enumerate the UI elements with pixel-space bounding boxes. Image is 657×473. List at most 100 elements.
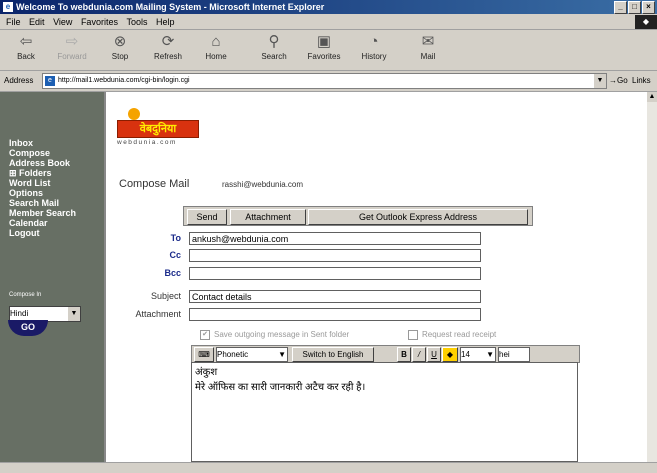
bcc-label: Bcc: [164, 268, 181, 278]
menu-file[interactable]: File: [6, 15, 21, 29]
window-titlebar: e Welcome To webdunia.com Mailing System …: [0, 0, 657, 14]
window-title: Welcome To webdunia.com Mailing System -…: [16, 2, 325, 12]
chevron-down-icon: ▼: [278, 350, 286, 359]
checkbox-checked-icon: ✔: [200, 330, 210, 340]
editor-toolbar: ⌨ Phonetic ▼ Switch to English B / U ◆ 1…: [191, 345, 580, 363]
chevron-down-icon: ▼: [68, 307, 80, 321]
page-title: Compose Mail: [119, 178, 190, 190]
window-controls: _ □ ×: [614, 1, 655, 14]
bold-icon[interactable]: B: [397, 347, 411, 362]
language-value: Hindi: [10, 309, 29, 318]
address-bar: Address e http://mail1.webdunia.com/cgi-b…: [0, 71, 657, 92]
attachment-button[interactable]: Attachment: [230, 209, 306, 225]
sidebar-item-compose[interactable]: Compose: [0, 148, 76, 158]
refresh-button[interactable]: ⟳ Refresh: [144, 32, 192, 68]
cc-field[interactable]: [189, 249, 481, 262]
page-icon: e: [45, 76, 55, 86]
favorites-button[interactable]: ▣ Favorites: [300, 32, 348, 68]
bcc-field[interactable]: [189, 267, 481, 280]
color-picker-icon[interactable]: ◆: [442, 347, 458, 362]
forward-arrow-icon: ⇨: [65, 33, 79, 50]
close-icon[interactable]: ×: [642, 1, 655, 14]
sidebar-item-word-list[interactable]: Word List: [0, 178, 76, 188]
vertical-scrollbar[interactable]: ▲: [647, 92, 657, 462]
sidebar-item-search-mail[interactable]: Search Mail: [0, 198, 76, 208]
sidebar-nav: Inbox Compose Address Book ⊞ Folders Wor…: [0, 138, 76, 238]
to-label: To: [170, 233, 181, 243]
sidebar-item-folders[interactable]: ⊞ Folders: [0, 168, 76, 178]
attachment-label: Attachment: [135, 309, 181, 319]
underline-icon[interactable]: U: [427, 347, 441, 362]
switch-english-button[interactable]: Switch to English: [292, 347, 374, 362]
user-email: rasshi@webdunia.com: [222, 180, 304, 189]
home-button[interactable]: ⌂ Home: [192, 32, 240, 68]
message-line-1: अंकुश: [195, 367, 218, 378]
home-icon: ⌂: [211, 33, 221, 50]
forward-button[interactable]: ⇨ Forward: [48, 32, 96, 68]
windows-logo-icon: ◆: [635, 15, 657, 29]
sidebar-item-inbox[interactable]: Inbox: [0, 138, 76, 148]
refresh-icon: ⟳: [161, 33, 175, 50]
sidebar-item-calendar[interactable]: Calendar: [0, 218, 76, 228]
history-button[interactable]: ◔ History: [350, 32, 398, 68]
cc-label: Cc: [169, 250, 181, 260]
back-button[interactable]: ⇦ Back: [2, 32, 50, 68]
page-content: Inbox Compose Address Book ⊞ Folders Wor…: [0, 92, 647, 462]
scroll-up-icon[interactable]: ▲: [647, 92, 657, 102]
menu-favorites[interactable]: Favorites: [81, 15, 118, 29]
menu-edit[interactable]: Edit: [29, 15, 45, 29]
logo-text: वेबदुनिया: [117, 120, 199, 138]
keyboard-icon[interactable]: ⌨: [194, 347, 214, 362]
status-bar: [0, 462, 657, 473]
go-button[interactable]: →Go: [609, 76, 628, 85]
sidebar: Inbox Compose Address Book ⊞ Folders Wor…: [0, 92, 106, 462]
folder-bullet-icon: ⊞: [9, 168, 20, 178]
checkbox-empty-icon: [408, 330, 418, 340]
outlook-address-button[interactable]: Get Outlook Express Address: [308, 209, 528, 225]
language-go-button[interactable]: GO: [8, 320, 48, 336]
sidebar-item-logout[interactable]: Logout: [0, 228, 76, 238]
subject-field[interactable]: Contact details: [189, 290, 481, 303]
search-icon: ⚲: [268, 33, 280, 50]
send-button[interactable]: Send: [187, 209, 227, 225]
sidebar-item-options[interactable]: Options: [0, 188, 76, 198]
browser-toolbar: ⇦ Back ⇨ Forward ⊗ Stop ⟳ Refresh ⌂ Home ⚲ Sea…: [0, 30, 657, 71]
compose-in-label: Compose In: [9, 292, 42, 298]
ie-icon: e: [3, 2, 13, 12]
chevron-down-icon[interactable]: ▼: [594, 74, 606, 88]
address-label: Address: [4, 76, 34, 85]
message-line-2: मेरे ऑफिस का सारी जानकारी अटैच कर रही है…: [195, 382, 366, 393]
attachment-field[interactable]: [189, 308, 481, 321]
italic-icon[interactable]: /: [412, 347, 426, 362]
history-icon: ◔: [369, 33, 379, 50]
minimize-icon[interactable]: _: [614, 1, 627, 14]
save-sent-checkbox[interactable]: ✔ Save outgoing message in Sent folder: [200, 330, 349, 340]
keyboard-select[interactable]: Phonetic ▼: [216, 347, 288, 362]
sidebar-item-member-search[interactable]: Member Search: [0, 208, 76, 218]
maximize-icon[interactable]: □: [628, 1, 641, 14]
sidebar-item-address-book[interactable]: Address Book: [0, 158, 76, 168]
mail-icon: ✉: [421, 33, 435, 50]
menu-tools[interactable]: Tools: [126, 15, 147, 29]
webdunia-logo: वेबदुनिया webdunia.com: [117, 108, 199, 146]
message-body[interactable]: अंकुश मेरे ऑफिस का सारी जानकारी अटैच कर …: [191, 362, 578, 462]
favorites-icon: ▣: [316, 33, 332, 50]
to-field[interactable]: ankush@webdunia.com: [189, 232, 481, 245]
stop-icon: ⊗: [113, 33, 127, 50]
address-input[interactable]: e http://mail1.webdunia.com/cgi-bin/login…: [42, 73, 607, 89]
read-receipt-checkbox[interactable]: Request read receipt: [408, 330, 496, 340]
subject-label: Subject: [150, 291, 181, 301]
mail-button[interactable]: ✉ Mail: [404, 32, 452, 68]
menu-view[interactable]: View: [53, 15, 72, 29]
links-button[interactable]: Links: [632, 76, 651, 85]
menu-bar: File Edit View Favorites Tools Help ◆: [0, 15, 657, 30]
back-arrow-icon: ⇦: [19, 33, 33, 50]
stop-button[interactable]: ⊗ Stop: [96, 32, 144, 68]
compose-button-bar: Send Attachment Get Outlook Express Addr…: [183, 206, 533, 226]
font-size-select[interactable]: 14 ▼: [460, 347, 496, 362]
menu-help[interactable]: Help: [156, 15, 175, 29]
search-button[interactable]: ⚲ Search: [250, 32, 298, 68]
font-name-select[interactable]: hei: [498, 347, 530, 362]
address-url: http://mail1.webdunia.com/cgi-bin/login.…: [58, 77, 190, 84]
logo-site: webdunia.com: [117, 139, 177, 146]
